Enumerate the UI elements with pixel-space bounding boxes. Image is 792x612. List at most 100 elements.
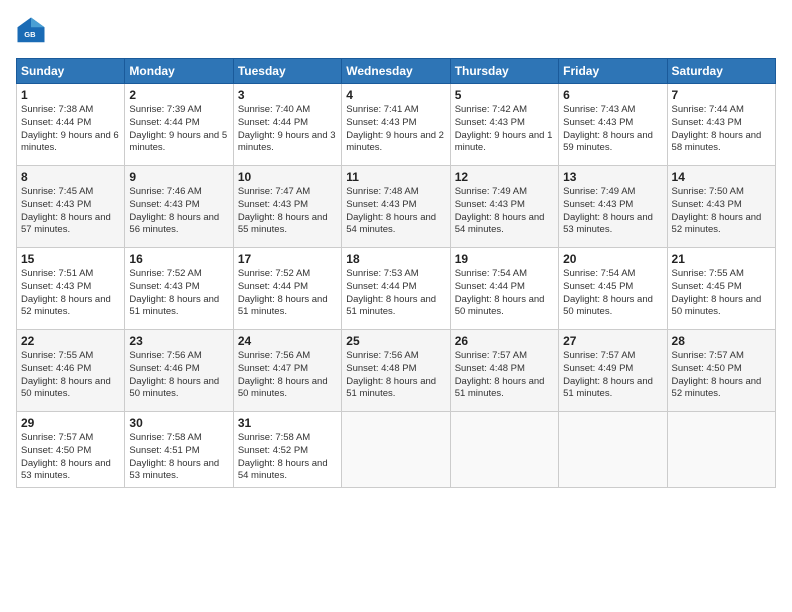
day-number: 13 (563, 170, 662, 184)
calendar-cell (559, 412, 667, 488)
day-number: 30 (129, 416, 228, 430)
day-number: 4 (346, 88, 445, 102)
day-number: 25 (346, 334, 445, 348)
day-info: Sunrise: 7:57 AM Sunset: 4:50 PM Dayligh… (21, 432, 120, 483)
calendar-cell: 10 Sunrise: 7:47 AM Sunset: 4:43 PM Dayl… (233, 166, 341, 248)
calendar-cell: 22 Sunrise: 7:55 AM Sunset: 4:46 PM Dayl… (17, 330, 125, 412)
calendar-cell: 25 Sunrise: 7:56 AM Sunset: 4:48 PM Dayl… (342, 330, 450, 412)
day-info: Sunrise: 7:53 AM Sunset: 4:44 PM Dayligh… (346, 268, 445, 319)
day-number: 17 (238, 252, 337, 266)
day-number: 28 (672, 334, 771, 348)
day-info: Sunrise: 7:47 AM Sunset: 4:43 PM Dayligh… (238, 186, 337, 237)
svg-text:GB: GB (24, 30, 36, 39)
day-number: 3 (238, 88, 337, 102)
calendar-cell: 3 Sunrise: 7:40 AM Sunset: 4:44 PM Dayli… (233, 84, 341, 166)
header: GB (16, 16, 776, 46)
day-number: 14 (672, 170, 771, 184)
day-number: 9 (129, 170, 228, 184)
day-info: Sunrise: 7:57 AM Sunset: 4:50 PM Dayligh… (672, 350, 771, 401)
calendar-cell: 15 Sunrise: 7:51 AM Sunset: 4:43 PM Dayl… (17, 248, 125, 330)
page-container: GB SundayMondayTuesdayWednesdayThursdayF… (0, 0, 792, 498)
calendar-header-row: SundayMondayTuesdayWednesdayThursdayFrid… (17, 59, 776, 84)
day-info: Sunrise: 7:39 AM Sunset: 4:44 PM Dayligh… (129, 104, 228, 155)
day-number: 8 (21, 170, 120, 184)
calendar-cell: 16 Sunrise: 7:52 AM Sunset: 4:43 PM Dayl… (125, 248, 233, 330)
calendar-cell: 31 Sunrise: 7:58 AM Sunset: 4:52 PM Dayl… (233, 412, 341, 488)
day-info: Sunrise: 7:54 AM Sunset: 4:45 PM Dayligh… (563, 268, 662, 319)
day-info: Sunrise: 7:40 AM Sunset: 4:44 PM Dayligh… (238, 104, 337, 155)
calendar-cell: 23 Sunrise: 7:56 AM Sunset: 4:46 PM Dayl… (125, 330, 233, 412)
calendar-header-wednesday: Wednesday (342, 59, 450, 84)
calendar-table: SundayMondayTuesdayWednesdayThursdayFrid… (16, 58, 776, 488)
calendar-cell: 9 Sunrise: 7:46 AM Sunset: 4:43 PM Dayli… (125, 166, 233, 248)
day-info: Sunrise: 7:52 AM Sunset: 4:44 PM Dayligh… (238, 268, 337, 319)
calendar-cell: 2 Sunrise: 7:39 AM Sunset: 4:44 PM Dayli… (125, 84, 233, 166)
calendar-header-tuesday: Tuesday (233, 59, 341, 84)
calendar-cell: 1 Sunrise: 7:38 AM Sunset: 4:44 PM Dayli… (17, 84, 125, 166)
day-number: 16 (129, 252, 228, 266)
day-info: Sunrise: 7:56 AM Sunset: 4:46 PM Dayligh… (129, 350, 228, 401)
calendar-header-friday: Friday (559, 59, 667, 84)
day-info: Sunrise: 7:44 AM Sunset: 4:43 PM Dayligh… (672, 104, 771, 155)
day-number: 15 (21, 252, 120, 266)
calendar-cell: 20 Sunrise: 7:54 AM Sunset: 4:45 PM Dayl… (559, 248, 667, 330)
calendar-cell: 17 Sunrise: 7:52 AM Sunset: 4:44 PM Dayl… (233, 248, 341, 330)
day-info: Sunrise: 7:58 AM Sunset: 4:52 PM Dayligh… (238, 432, 337, 483)
day-info: Sunrise: 7:55 AM Sunset: 4:46 PM Dayligh… (21, 350, 120, 401)
calendar-week-1: 1 Sunrise: 7:38 AM Sunset: 4:44 PM Dayli… (17, 84, 776, 166)
day-info: Sunrise: 7:42 AM Sunset: 4:43 PM Dayligh… (455, 104, 554, 155)
calendar-cell (667, 412, 775, 488)
day-number: 22 (21, 334, 120, 348)
calendar-cell: 14 Sunrise: 7:50 AM Sunset: 4:43 PM Dayl… (667, 166, 775, 248)
day-number: 27 (563, 334, 662, 348)
day-info: Sunrise: 7:49 AM Sunset: 4:43 PM Dayligh… (563, 186, 662, 237)
calendar-cell (450, 412, 558, 488)
day-info: Sunrise: 7:57 AM Sunset: 4:48 PM Dayligh… (455, 350, 554, 401)
calendar-cell: 11 Sunrise: 7:48 AM Sunset: 4:43 PM Dayl… (342, 166, 450, 248)
day-number: 11 (346, 170, 445, 184)
calendar-cell (342, 412, 450, 488)
calendar-week-2: 8 Sunrise: 7:45 AM Sunset: 4:43 PM Dayli… (17, 166, 776, 248)
calendar-cell: 5 Sunrise: 7:42 AM Sunset: 4:43 PM Dayli… (450, 84, 558, 166)
day-info: Sunrise: 7:54 AM Sunset: 4:44 PM Dayligh… (455, 268, 554, 319)
day-info: Sunrise: 7:49 AM Sunset: 4:43 PM Dayligh… (455, 186, 554, 237)
day-info: Sunrise: 7:52 AM Sunset: 4:43 PM Dayligh… (129, 268, 228, 319)
calendar-header-thursday: Thursday (450, 59, 558, 84)
day-info: Sunrise: 7:56 AM Sunset: 4:48 PM Dayligh… (346, 350, 445, 401)
day-number: 10 (238, 170, 337, 184)
day-number: 21 (672, 252, 771, 266)
day-info: Sunrise: 7:46 AM Sunset: 4:43 PM Dayligh… (129, 186, 228, 237)
calendar-cell: 12 Sunrise: 7:49 AM Sunset: 4:43 PM Dayl… (450, 166, 558, 248)
day-number: 12 (455, 170, 554, 184)
calendar-cell: 24 Sunrise: 7:56 AM Sunset: 4:47 PM Dayl… (233, 330, 341, 412)
day-number: 31 (238, 416, 337, 430)
calendar-cell: 30 Sunrise: 7:58 AM Sunset: 4:51 PM Dayl… (125, 412, 233, 488)
calendar-cell: 8 Sunrise: 7:45 AM Sunset: 4:43 PM Dayli… (17, 166, 125, 248)
calendar-week-3: 15 Sunrise: 7:51 AM Sunset: 4:43 PM Dayl… (17, 248, 776, 330)
day-info: Sunrise: 7:58 AM Sunset: 4:51 PM Dayligh… (129, 432, 228, 483)
logo-icon: GB (16, 16, 46, 46)
calendar-cell: 19 Sunrise: 7:54 AM Sunset: 4:44 PM Dayl… (450, 248, 558, 330)
day-number: 19 (455, 252, 554, 266)
day-info: Sunrise: 7:50 AM Sunset: 4:43 PM Dayligh… (672, 186, 771, 237)
day-number: 7 (672, 88, 771, 102)
day-info: Sunrise: 7:48 AM Sunset: 4:43 PM Dayligh… (346, 186, 445, 237)
day-number: 18 (346, 252, 445, 266)
calendar-cell: 18 Sunrise: 7:53 AM Sunset: 4:44 PM Dayl… (342, 248, 450, 330)
calendar-cell: 13 Sunrise: 7:49 AM Sunset: 4:43 PM Dayl… (559, 166, 667, 248)
day-info: Sunrise: 7:57 AM Sunset: 4:49 PM Dayligh… (563, 350, 662, 401)
day-number: 2 (129, 88, 228, 102)
calendar-header-sunday: Sunday (17, 59, 125, 84)
calendar-cell: 27 Sunrise: 7:57 AM Sunset: 4:49 PM Dayl… (559, 330, 667, 412)
day-number: 6 (563, 88, 662, 102)
day-info: Sunrise: 7:51 AM Sunset: 4:43 PM Dayligh… (21, 268, 120, 319)
calendar-cell: 7 Sunrise: 7:44 AM Sunset: 4:43 PM Dayli… (667, 84, 775, 166)
day-info: Sunrise: 7:38 AM Sunset: 4:44 PM Dayligh… (21, 104, 120, 155)
calendar-cell: 21 Sunrise: 7:55 AM Sunset: 4:45 PM Dayl… (667, 248, 775, 330)
day-number: 29 (21, 416, 120, 430)
day-info: Sunrise: 7:43 AM Sunset: 4:43 PM Dayligh… (563, 104, 662, 155)
day-info: Sunrise: 7:41 AM Sunset: 4:43 PM Dayligh… (346, 104, 445, 155)
day-info: Sunrise: 7:45 AM Sunset: 4:43 PM Dayligh… (21, 186, 120, 237)
calendar-cell: 6 Sunrise: 7:43 AM Sunset: 4:43 PM Dayli… (559, 84, 667, 166)
day-number: 1 (21, 88, 120, 102)
